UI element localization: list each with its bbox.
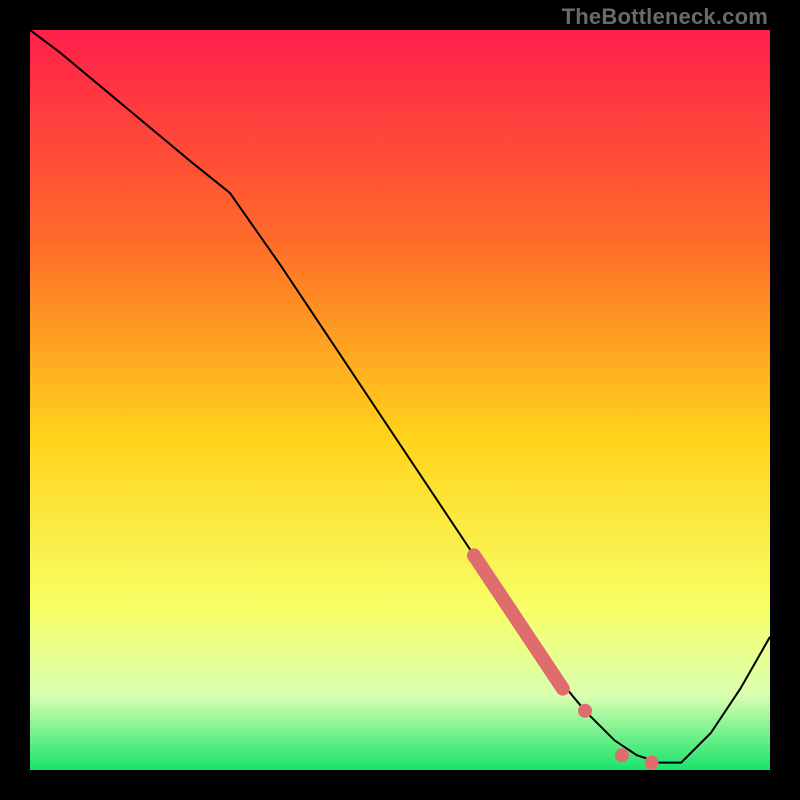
chart-frame: TheBottleneck.com: [0, 0, 800, 800]
plot-area: [30, 30, 770, 770]
marker-dot: [578, 704, 592, 718]
chart-svg: [30, 30, 770, 770]
watermark-label: TheBottleneck.com: [562, 4, 768, 30]
marker-dot: [615, 748, 629, 762]
gradient-background: [30, 30, 770, 770]
marker-dot: [645, 756, 659, 770]
